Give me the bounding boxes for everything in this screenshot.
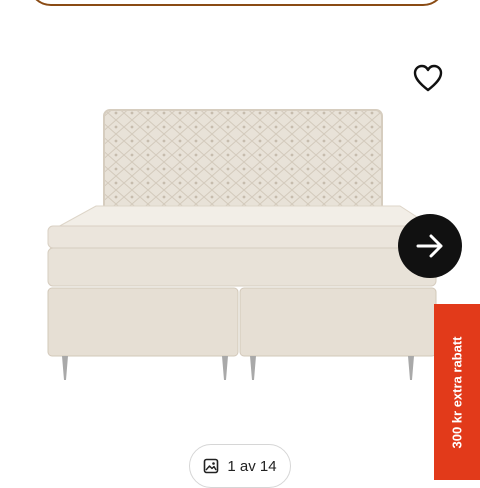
top-banner-pill[interactable] — [28, 0, 446, 6]
image-counter-text: 1 av 14 — [227, 457, 277, 475]
arrow-right-icon — [416, 234, 443, 258]
next-image-button[interactable] — [398, 214, 462, 278]
promo-tab[interactable]: 300 kr extra rabatt — [434, 304, 480, 480]
image-counter[interactable]: 1 av 14 — [189, 444, 291, 488]
image-gallery-icon — [204, 458, 219, 474]
heart-outline-icon — [413, 64, 443, 92]
promo-label: 300 kr extra rabatt — [449, 335, 465, 449]
favorite-button[interactable] — [410, 60, 446, 96]
